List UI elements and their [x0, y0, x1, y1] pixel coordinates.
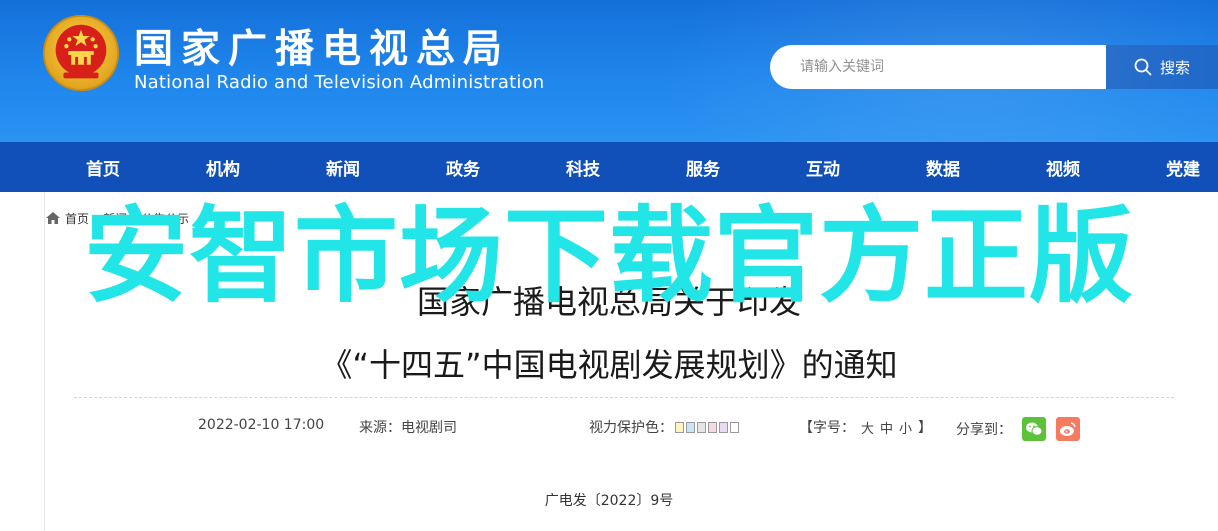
nav-item-party-building[interactable]: 党建 [1123, 142, 1218, 192]
search-icon [1134, 58, 1152, 76]
article-title-line2: 《“十四五”中国电视剧发展规划》的通知 [320, 346, 898, 384]
weibo-icon [1060, 422, 1076, 436]
promo-watermark-overlay: 安智市场下载官方正版 [83, 195, 1134, 317]
font-size-small-button[interactable]: 小 [899, 418, 912, 437]
share-controls: 分享到： [956, 417, 1080, 441]
site-title[interactable]: 国家广播电视总局 [134, 18, 510, 74]
article-source: 来源：电视剧司 [359, 420, 457, 436]
national-emblem-icon[interactable] [42, 14, 120, 92]
title-divider [74, 397, 1174, 398]
nav-item-news[interactable]: 新闻 [283, 142, 403, 192]
nav-item-video[interactable]: 视频 [1003, 142, 1123, 192]
wechat-icon [1026, 422, 1043, 436]
nav-item-interaction[interactable]: 互动 [763, 142, 883, 192]
nav-item-technology[interactable]: 科技 [523, 142, 643, 192]
font-size-bracket-close: 】 [918, 420, 933, 436]
search-button-label: 搜索 [1159, 58, 1190, 77]
eye-color-swatch[interactable] [708, 421, 717, 433]
share-wechat-button[interactable] [1022, 417, 1046, 441]
eye-color-swatch[interactable] [675, 421, 684, 433]
nav-item-services[interactable]: 服务 [643, 142, 763, 192]
search-button[interactable]: 搜索 [1106, 45, 1218, 89]
nav-item-government-affairs[interactable]: 政务 [403, 142, 523, 192]
search-input[interactable] [770, 45, 1106, 89]
site-header: 国家广播电视总局 National Radio and Television A… [0, 0, 1218, 142]
font-size-large-button[interactable]: 大 [861, 418, 874, 437]
font-size-medium-button[interactable]: 中 [880, 418, 893, 437]
font-size-label: 【字号： [799, 420, 855, 436]
eye-protection-colors: 视力保护色： [589, 417, 739, 437]
eye-color-swatch[interactable] [730, 421, 739, 433]
nav-item-home[interactable]: 首页 [43, 142, 163, 192]
nav-item-data[interactable]: 数据 [883, 142, 1003, 192]
font-size-controls: 【字号： 大 中 小 】 [799, 417, 932, 437]
share-weibo-button[interactable] [1056, 417, 1080, 441]
site-subtitle-en[interactable]: National Radio and Television Administra… [134, 72, 544, 93]
document-number: 广电发〔2022〕9号 [544, 493, 674, 509]
nav-item-institutions[interactable]: 机构 [163, 142, 283, 192]
eye-protection-label: 视力保护色： [589, 420, 673, 436]
share-label: 分享到： [956, 422, 1012, 438]
eye-color-swatch[interactable] [686, 421, 695, 433]
main-nav: 首页 机构 新闻 政务 科技 服务 互动 数据 视频 党建 [0, 142, 1218, 192]
search-box: 搜索 [770, 45, 1218, 89]
publish-date: 2022-02-10 17:00 [198, 417, 325, 433]
eye-color-swatch[interactable] [697, 421, 706, 433]
eye-color-swatch[interactable] [719, 421, 728, 433]
